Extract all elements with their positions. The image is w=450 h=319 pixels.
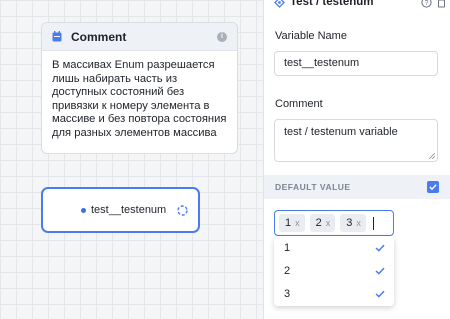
- option-label: 2: [284, 264, 291, 277]
- default-value-multiselect[interactable]: 1 x 2 x 3 x: [274, 210, 394, 236]
- properties-panel: Test / testenum ? Variable Name test__te…: [263, 0, 450, 319]
- resize-handle-icon[interactable]: [429, 153, 435, 159]
- variable-name-label: Variable Name: [275, 30, 347, 42]
- comment-label: Comment: [275, 98, 323, 110]
- dropdown-option[interactable]: 2: [274, 259, 394, 282]
- remove-chip-button[interactable]: x: [326, 218, 331, 228]
- options-dropdown: 1 2 3: [274, 236, 394, 306]
- svg-text:?: ?: [425, 0, 429, 7]
- info-icon[interactable]: i: [217, 31, 227, 42]
- remove-chip-button[interactable]: x: [356, 218, 361, 228]
- option-label: 3: [284, 287, 291, 300]
- target-handle-icon[interactable]: [176, 204, 189, 217]
- variable-dot-icon: [81, 207, 86, 213]
- panel-title: Test / testenum: [290, 0, 374, 8]
- check-icon: [375, 290, 385, 298]
- dropdown-option[interactable]: 1: [274, 236, 394, 259]
- check-icon: [375, 244, 385, 252]
- variable-node[interactable]: test__testenum: [41, 187, 200, 233]
- text-cursor: [372, 216, 374, 230]
- check-icon: [375, 267, 385, 275]
- default-value-label: DEFAULT VALUE: [275, 182, 351, 192]
- chip-label: 2: [315, 217, 322, 229]
- remove-chip-button[interactable]: x: [295, 218, 300, 228]
- variable-node-name: test__testenum: [91, 204, 167, 216]
- variable-name-field[interactable]: test__testenum: [274, 51, 438, 76]
- check-icon: [429, 184, 437, 190]
- comment-field-value: test / testenum variable: [284, 126, 398, 138]
- selected-chip: 1 x: [279, 214, 305, 232]
- trash-icon[interactable]: [436, 0, 447, 8]
- dropdown-option[interactable]: 3: [274, 282, 394, 305]
- selected-chip: 2 x: [309, 214, 336, 232]
- comment-node[interactable]: Comment i В массивах Enum разрешается ли…: [41, 22, 238, 154]
- chip-label: 1: [285, 217, 292, 229]
- variable-icon: [274, 0, 285, 8]
- chip-label: 3: [346, 217, 353, 229]
- comment-node-text: В массивах Enum разрешается лишь набират…: [52, 59, 227, 139]
- selected-chip: 3 x: [340, 214, 366, 232]
- flow-canvas[interactable]: Comment i В массивах Enum разрешается ли…: [0, 0, 263, 319]
- help-icon[interactable]: ?: [421, 0, 432, 8]
- calendar-icon: [52, 31, 62, 42]
- default-value-checkbox[interactable]: [427, 181, 439, 193]
- default-value-section: DEFAULT VALUE: [264, 175, 450, 199]
- comment-node-title: Comment: [71, 29, 127, 44]
- option-label: 1: [284, 241, 291, 254]
- comment-field[interactable]: test / testenum variable: [274, 119, 438, 162]
- panel-header: Test / testenum ?: [264, 0, 450, 10]
- comment-node-header: Comment i: [42, 23, 237, 51]
